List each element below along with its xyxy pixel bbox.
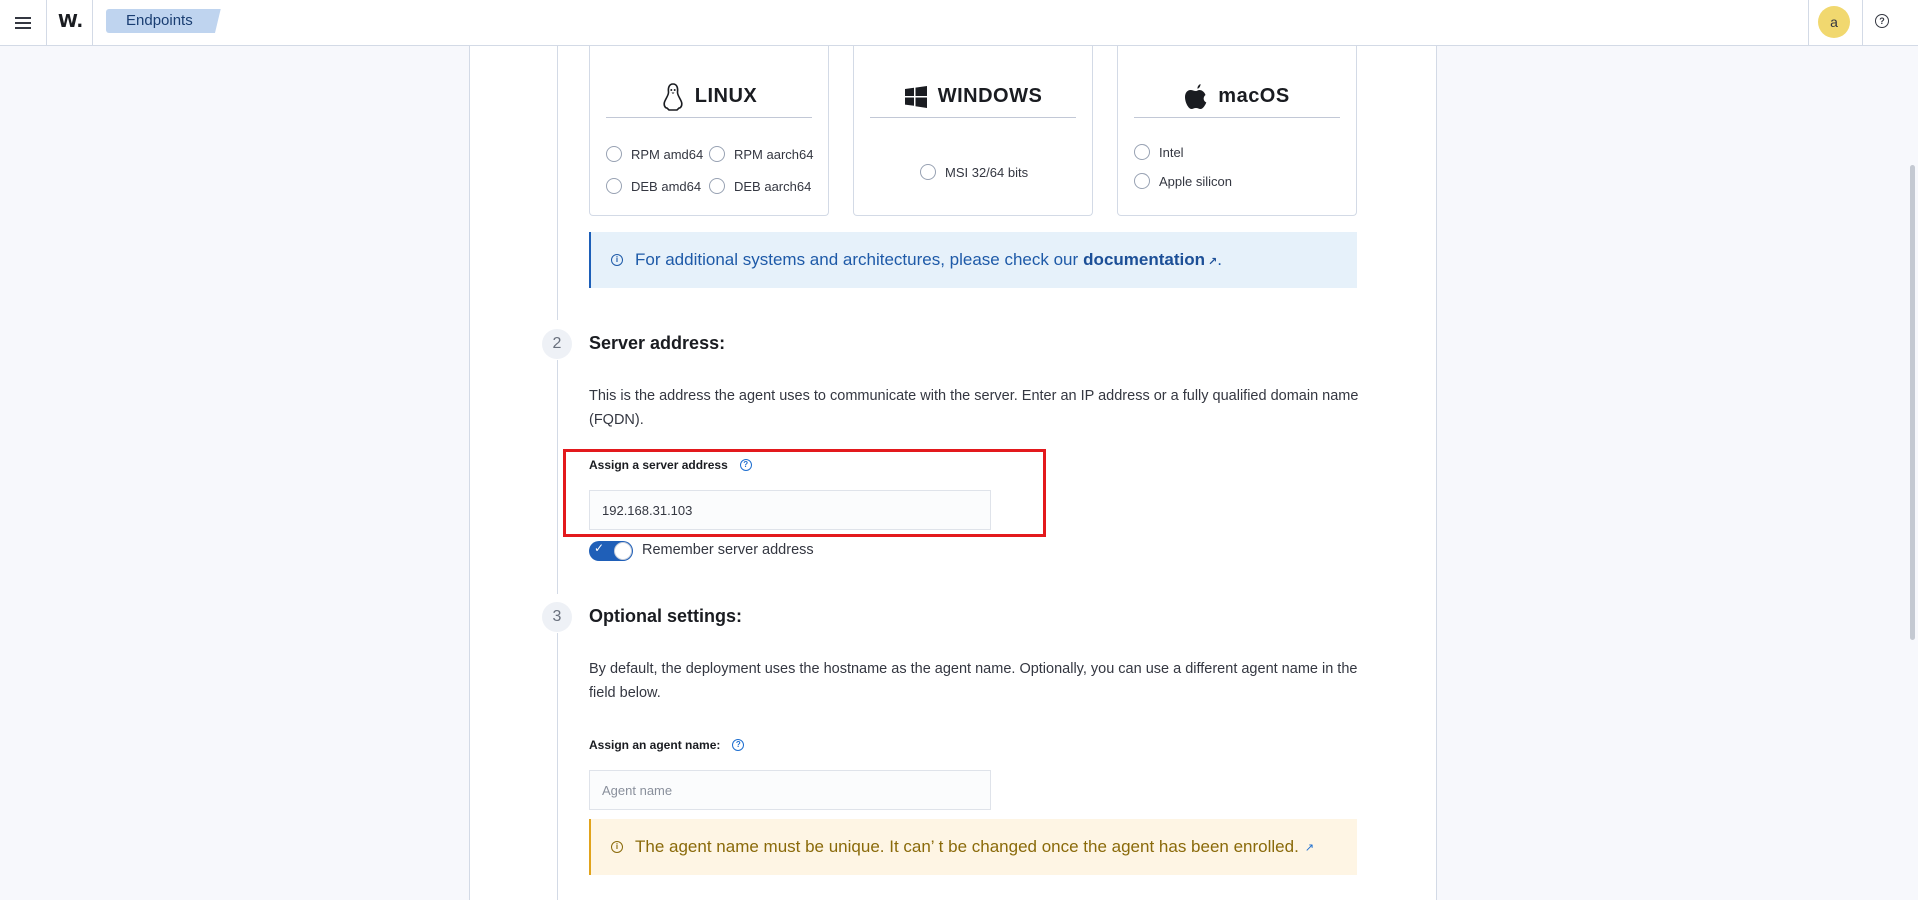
user-avatar[interactable]: a <box>1818 6 1850 38</box>
server-address-input[interactable] <box>589 490 991 530</box>
remember-server-toggle[interactable]: ✓ <box>589 541 633 561</box>
step-title-server-address: Server address: <box>589 333 726 353</box>
header-divider <box>1808 0 1809 46</box>
top-header: W. Endpoints a ? <box>0 0 1918 46</box>
step-title-optional-settings: Optional settings: <box>589 606 742 626</box>
radio-label: Apple silicon <box>1159 173 1232 189</box>
info-callout-suffix: . <box>1217 250 1222 269</box>
windows-icon <box>904 85 927 108</box>
logo-text: W. <box>58 11 84 32</box>
os-title-text: macOS <box>1218 85 1290 107</box>
menu-toggle-button[interactable] <box>8 8 38 38</box>
radio-option[interactable]: RPM aarch64 <box>709 146 813 162</box>
question-icon[interactable]: ? <box>732 739 745 751</box>
question-icon[interactable]: ? <box>739 459 752 471</box>
step-number: 3 <box>542 602 572 632</box>
radio-label: DEB aarch64 <box>734 178 812 194</box>
header-divider <box>46 0 47 46</box>
radio-button[interactable] <box>1134 144 1150 160</box>
os-title-text: LINUX <box>694 85 758 107</box>
agent-name-input[interactable] <box>589 770 991 810</box>
radio-option[interactable]: Apple silicon <box>1134 173 1232 189</box>
step-connector <box>557 46 558 320</box>
os-card-macos: macOS Intel Apple silicon <box>1117 46 1357 216</box>
os-card-title: LINUX <box>606 76 812 118</box>
check-icon: ✓ <box>594 541 605 555</box>
page-scrollbar[interactable] <box>1910 165 1915 640</box>
radio-option[interactable]: DEB amd64 <box>606 178 701 194</box>
linux-penguin-icon <box>663 82 683 111</box>
radio-button[interactable] <box>606 178 622 194</box>
info-icon: i <box>611 254 623 266</box>
breadcrumb-endpoints[interactable]: Endpoints <box>106 9 221 33</box>
documentation-link[interactable]: documentation ↗ <box>1083 250 1217 270</box>
step-connector <box>557 633 558 900</box>
field-label-text: Assign an agent name: <box>589 738 721 752</box>
remember-server-label: Remember server address <box>642 542 814 558</box>
radio-label: RPM aarch64 <box>734 146 814 162</box>
os-title-text: WINDOWS <box>937 85 1043 107</box>
toggle-knob <box>614 542 632 560</box>
radio-option[interactable]: Intel <box>1134 144 1184 160</box>
os-card-linux: LINUX RPM amd64 RPM aarch64 DEB amd64 DE… <box>589 46 829 216</box>
info-callout: i For additional systems and architectur… <box>589 232 1357 288</box>
info-callout-text: For additional systems and architectures… <box>635 250 1079 269</box>
optional-settings-description: By default, the deployment uses the host… <box>589 661 1358 701</box>
external-link-icon[interactable]: ↗ <box>1305 841 1314 854</box>
warning-callout: i The agent name must be unique. It can’… <box>589 819 1357 875</box>
info-icon: i <box>611 841 623 853</box>
radio-label: RPM amd64 <box>631 146 704 162</box>
radio-option[interactable]: MSI 32/64 bits <box>920 164 1028 180</box>
documentation-link-text: documentation <box>1083 250 1206 269</box>
help-icon[interactable]: ? <box>1875 14 1889 28</box>
agent-name-label: Assign an agent name: ? <box>589 738 745 752</box>
header-divider <box>92 0 93 46</box>
radio-option[interactable]: DEB aarch64 <box>709 178 811 194</box>
radio-label: Intel <box>1159 144 1184 160</box>
radio-option[interactable]: RPM amd64 <box>606 146 703 162</box>
app-logo[interactable]: W. <box>58 11 83 32</box>
server-address-description: This is the address the agent uses to co… <box>589 388 1359 428</box>
hamburger-icon <box>15 17 31 29</box>
os-card-windows: WINDOWS MSI 32/64 bits <box>853 46 1093 216</box>
radio-button[interactable] <box>606 146 622 162</box>
field-label-text: Assign a server address <box>589 458 728 472</box>
os-card-title: macOS <box>1134 76 1340 118</box>
radio-label: DEB amd64 <box>631 178 702 194</box>
apple-icon <box>1185 83 1207 109</box>
radio-button[interactable] <box>709 146 725 162</box>
external-link-icon: ↗ <box>1208 256 1218 268</box>
radio-button[interactable] <box>709 178 725 194</box>
header-divider <box>1862 0 1863 46</box>
radio-label: MSI 32/64 bits <box>945 164 1029 180</box>
os-card-title: WINDOWS <box>870 76 1076 118</box>
step-number: 2 <box>542 329 572 359</box>
warning-callout-text: The agent name must be unique. It can’ t… <box>635 837 1299 856</box>
radio-button[interactable] <box>1134 173 1150 189</box>
server-address-label: Assign a server address ? <box>589 458 752 472</box>
radio-button[interactable] <box>920 164 936 180</box>
step-connector <box>557 360 558 594</box>
